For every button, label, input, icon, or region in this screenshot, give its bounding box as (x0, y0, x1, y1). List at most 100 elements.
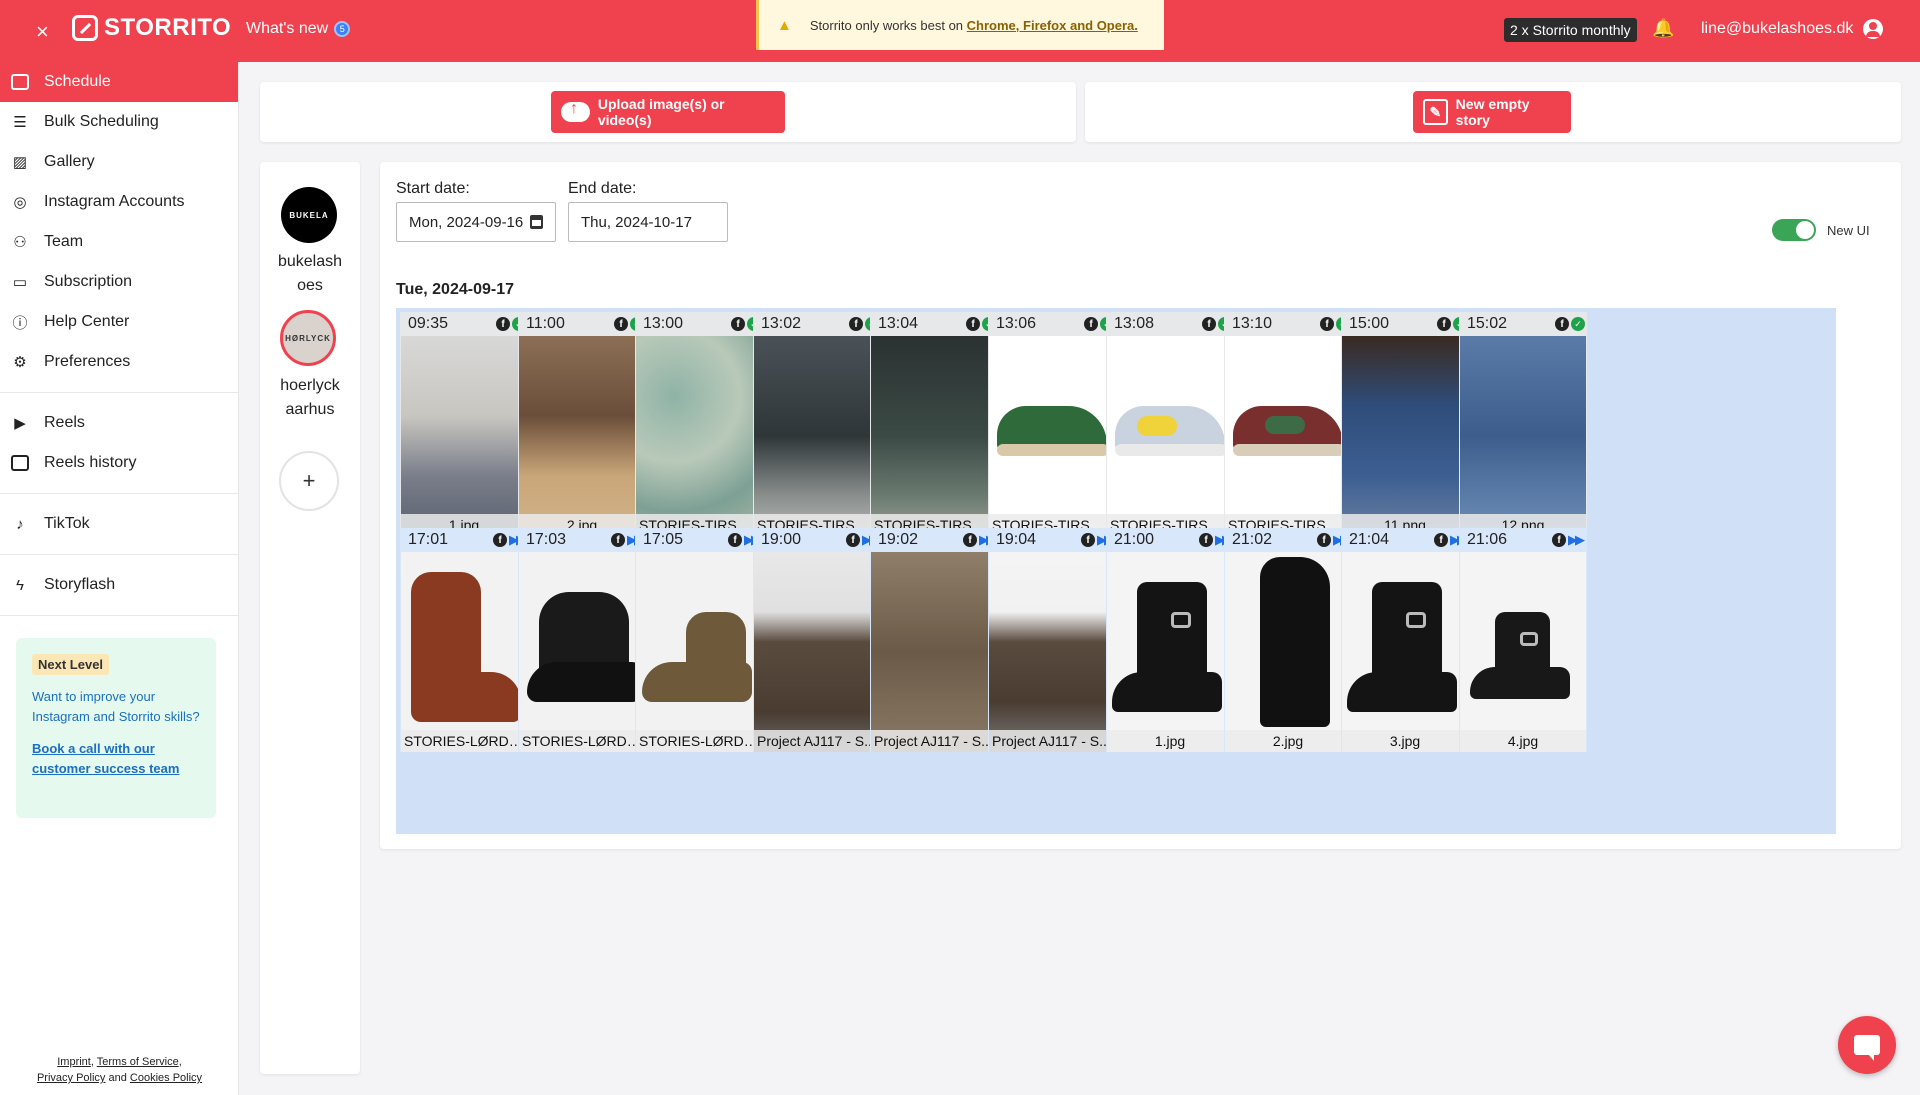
sidebar-divider (0, 554, 238, 555)
story-slot[interactable]: 17:05 f ▶▶ STORIES-LØRDA... (635, 528, 763, 752)
story-slot[interactable]: 13:08f✓STORIES-TIRSDA... (1106, 312, 1234, 536)
story-slot[interactable]: 15:02 f ✓ 12.png (1459, 312, 1587, 536)
story-slot[interactable]: 11:00f✓2.jpg (518, 312, 646, 536)
sidebar-item-label: Subscription (44, 273, 133, 290)
whats-new-count-badge: 5 (334, 21, 351, 37)
facebook-icon: f (1202, 317, 1216, 331)
story-slot[interactable]: 15:00f✓11.png (1341, 312, 1469, 536)
close-icon[interactable]: × (36, 19, 49, 45)
storrito-logo[interactable]: STORRITO (72, 14, 231, 42)
privacy-link[interactable]: Privacy Policy (37, 1072, 105, 1084)
sidebar-item-label: Gallery (44, 153, 95, 170)
story-thumbnail[interactable]: 4.jpg (1460, 552, 1586, 752)
sidebar-item-bulk-scheduling[interactable]: ☰ Bulk Scheduling (0, 102, 238, 142)
browser-warning-link[interactable]: Chrome, Firefox and Opera. (967, 18, 1138, 33)
account-avatar-bukelashoes[interactable]: BUKELA (281, 187, 337, 243)
story-filename: Project AJ117 - S... (754, 730, 880, 752)
sidebar-item-reels[interactable]: ▶ Reels (0, 403, 238, 443)
story-slot[interactable]: 17:03 f ▶▶ STORIES-LØRDA... (518, 528, 646, 752)
cookies-link[interactable]: Cookies Policy (130, 1072, 202, 1084)
story-thumbnail[interactable]: STORIES-LØRDA... (519, 552, 645, 752)
user-menu[interactable]: line@bukelashoes.dk (1701, 19, 1884, 39)
story-slot[interactable]: 09:35f✓1.jpg (400, 312, 528, 536)
sidebar-item-reels-history[interactable]: Reels history (0, 443, 238, 483)
story-slot-header: 15:00f✓ (1341, 312, 1469, 336)
story-thumbnail[interactable]: STORIES-LØRDA... (636, 552, 762, 752)
story-thumbnail[interactable]: 1.jpg (401, 336, 527, 536)
story-thumbnail[interactable]: STORIES-TIRSDA... (754, 336, 880, 536)
story-thumbnail[interactable]: 11.png (1342, 336, 1468, 536)
story-thumbnail[interactable]: 2.jpg (1225, 552, 1351, 752)
account-name-bukelashoes[interactable]: bukelash oes (265, 250, 355, 298)
upload-button[interactable]: Upload image(s) or video(s) (551, 91, 785, 133)
story-thumbnail[interactable]: 1.jpg (1107, 552, 1233, 752)
story-slot[interactable]: 17:01 f ▶▶ STORIES-LØRDA... (400, 528, 528, 752)
story-thumbnail[interactable]: 2.jpg (519, 336, 645, 536)
story-thumbnail[interactable]: STORIES-TIRSDA... (1107, 336, 1233, 536)
story-thumbnail[interactable]: STORIES-TIRSDA... (871, 336, 997, 536)
end-date-input[interactable]: Thu, 2024-10-17 (568, 202, 728, 242)
account-name-hoerlyck[interactable]: hoerlyck aarhus (265, 374, 355, 422)
whats-new-link[interactable]: What's new 5 (246, 20, 351, 38)
end-date-value: Thu, 2024-10-17 (581, 213, 692, 231)
sidebar-item-gallery[interactable]: ▨ Gallery (0, 142, 238, 182)
sidebar-item-label: Reels (44, 414, 85, 431)
story-thumbnail[interactable]: Project AJ117 - S... (754, 552, 880, 752)
sidebar-item-subscription[interactable]: ▭ Subscription (0, 262, 238, 302)
story-slot[interactable]: 21:02 f ▶▶ 2.jpg (1224, 528, 1352, 752)
storrito-logo-icon (72, 15, 98, 41)
story-thumbnail[interactable]: 3.jpg (1342, 552, 1468, 752)
sidebar-item-storyflash[interactable]: ϟ Storyflash (0, 565, 238, 605)
facebook-icon: f (1199, 533, 1213, 547)
account-avatar-hoerlyck[interactable]: HØRLYCK (280, 310, 336, 366)
story-slot[interactable]: 21:00 f ▶▶ 1.jpg (1106, 528, 1234, 752)
sidebar-item-help-center[interactable]: ⓘ Help Center (0, 302, 238, 342)
story-slot-header: 13:10f✓ (1224, 312, 1352, 336)
sidebar-item-team[interactable]: ⚇ Team (0, 222, 238, 262)
story-slot[interactable]: 13:04f✓STORIES-TIRSDA... (870, 312, 998, 536)
new-ui-toggle[interactable] (1772, 219, 1816, 241)
gear-icon: ⚙ (13, 354, 27, 371)
story-slot[interactable]: 13:06f✓STORIES-TIRSDA... (988, 312, 1116, 536)
story-slot[interactable]: 13:02f✓STORIES-TIRSDA... (753, 312, 881, 536)
story-thumbnail[interactable]: Project AJ117 - S... (989, 552, 1115, 752)
story-slot[interactable]: 13:10f✓STORIES-TIRSDA... (1224, 312, 1352, 536)
start-date-input[interactable]: Mon, 2024-09-16 (396, 202, 556, 242)
sidebar-item-tiktok[interactable]: ♪ TikTok (0, 504, 238, 544)
calendar-icon[interactable] (530, 215, 543, 229)
terms-link[interactable]: Terms of Service (97, 1056, 179, 1068)
story-thumbnail[interactable]: STORIES-TIRSDA... (1225, 336, 1351, 536)
story-slot[interactable]: 21:06 f ▶▶ 4.jpg (1459, 528, 1587, 752)
sidebar-item-preferences[interactable]: ⚙ Preferences (0, 342, 238, 382)
end-date-label: End date: (568, 180, 637, 197)
facebook-icon: f (1552, 533, 1566, 547)
new-empty-story-button[interactable]: ✎ New empty story (1413, 91, 1571, 133)
story-slot[interactable]: 19:04 f ▶▶ Project AJ117 - S... (988, 528, 1116, 752)
story-thumbnail[interactable]: 12.png (1460, 336, 1586, 536)
chat-button[interactable] (1838, 1016, 1896, 1074)
story-filename: STORIES-LØRDA... (519, 730, 645, 752)
story-time: 13:02 (761, 315, 802, 332)
sidebar-item-schedule[interactable]: Schedule (0, 62, 238, 102)
plan-badge[interactable]: 2 x Storrito monthly (1504, 18, 1637, 42)
add-account-button[interactable]: + (279, 451, 339, 511)
imprint-link[interactable]: Imprint (57, 1056, 91, 1068)
sidebar-item-label: Storyflash (44, 576, 116, 593)
story-status-icons: f✓ (1555, 317, 1585, 331)
story-thumbnail[interactable]: Project AJ117 - S... (871, 552, 997, 752)
story-time: 19:04 (996, 531, 1037, 548)
story-slot[interactable]: 19:00 f ▶▶ Project AJ117 - S... (753, 528, 881, 752)
bell-icon[interactable]: 🔔 (1652, 18, 1674, 39)
story-slot[interactable]: 13:00f✓STORIES-TIRSDA... (635, 312, 763, 536)
story-time: 19:00 (761, 531, 802, 548)
story-thumbnail[interactable]: STORIES-TIRSDA... (989, 336, 1115, 536)
sidebar-item-instagram-accounts[interactable]: ◎ Instagram Accounts (0, 182, 238, 222)
story-slot[interactable]: 19:02 f ▶▶ Project AJ117 - S... (870, 528, 998, 752)
story-thumbnail[interactable]: STORIES-TIRSDA... (636, 336, 762, 536)
story-time: 13:00 (643, 315, 684, 332)
story-thumbnail[interactable]: STORIES-LØRDA... (401, 552, 527, 752)
facebook-icon: f (611, 533, 625, 547)
story-status-icons: f ▶▶ (1552, 532, 1585, 548)
book-call-link[interactable]: Book a call with our customer success te… (32, 739, 200, 779)
story-slot[interactable]: 21:04 f ▶▶ 3.jpg (1341, 528, 1469, 752)
